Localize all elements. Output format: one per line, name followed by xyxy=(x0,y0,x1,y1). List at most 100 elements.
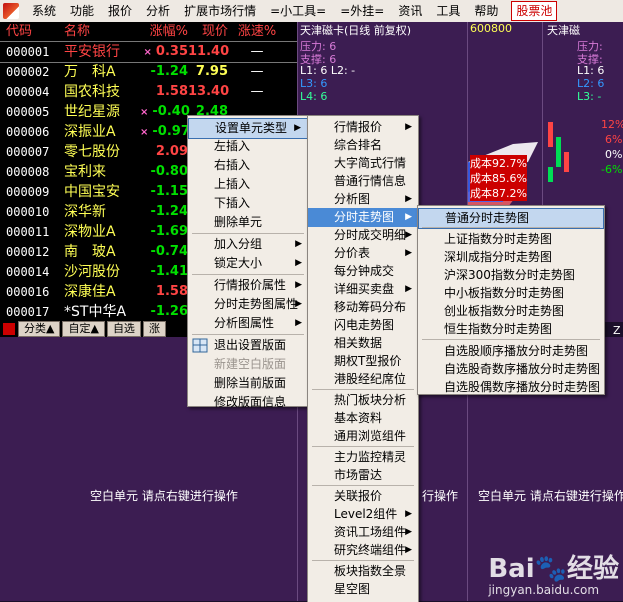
stock-change: -0.97 xyxy=(152,124,190,139)
menu-item-research-component[interactable]: 研究终端组件 ▶ xyxy=(308,541,418,560)
menu-quote[interactable]: 报价 xyxy=(101,0,139,22)
menu-analysis-props[interactable]: 分析图属性 ▶ xyxy=(188,314,308,333)
menu-stock-pool[interactable]: 股票池 xyxy=(511,1,558,21)
menu-item-basic-info[interactable]: 基本资料 xyxy=(308,409,418,428)
table-row[interactable]: 000002 万 科A -1.24 7.95 — xyxy=(0,62,297,82)
layout-icon xyxy=(192,338,208,353)
menu-item-linked-quote[interactable]: 关联报价 xyxy=(308,487,418,506)
menu-delete-cell[interactable]: 删除单元 xyxy=(188,213,308,232)
menu-analysis[interactable]: 分析 xyxy=(139,0,177,22)
menu-lock-size[interactable]: 锁定大小 ▶ xyxy=(188,254,308,273)
baidu-logo: Bai🐾经验 xyxy=(488,554,619,584)
menu-separator xyxy=(312,485,414,486)
menu-extended-market[interactable]: 扩展市场行情 xyxy=(177,0,263,22)
candlestick-chart xyxy=(548,122,569,182)
menu-system[interactable]: 系统 xyxy=(25,0,63,22)
menu-item-intraday-chart[interactable]: 分时走势图 ▶ xyxy=(308,208,418,227)
menu-exit-layout[interactable]: 退出设置版面 xyxy=(188,336,308,355)
menu-separator xyxy=(312,560,414,561)
menu-item-order-book[interactable]: 详细买卖盘 ▶ xyxy=(308,280,418,299)
menu-item-level2-component[interactable]: Level2组件 ▶ xyxy=(308,505,418,524)
stock-name: 平安银行 xyxy=(64,44,120,60)
menu-item-intraday-trades[interactable]: 分时成交明细 ▶ xyxy=(308,226,418,245)
menu-item-per-minute-trades[interactable]: 每分钟成交 xyxy=(308,262,418,281)
menu-item-watchlist-sequential[interactable]: 自选股顺序播放分时走势图 xyxy=(418,342,604,361)
menu-item-browser-component[interactable]: 通用浏览组件 xyxy=(308,427,418,446)
menu-quote-props[interactable]: 行情报价属性 ▶ xyxy=(188,276,308,295)
header-code[interactable]: 代码 xyxy=(0,22,64,42)
menu-insert-bottom[interactable]: 下插入 xyxy=(188,194,308,213)
menu-item-watchlist-odd[interactable]: 自选股奇数序播放分时走势图 xyxy=(418,360,604,379)
menu-separator xyxy=(422,339,600,340)
menu-item-chinext-index-intraday[interactable]: 创业板指数分时走势图 xyxy=(418,302,604,321)
submenu-arrow-icon: ▶ xyxy=(295,258,302,268)
menu-item-hsi-intraday[interactable]: 恒生指数分时走势图 xyxy=(418,320,604,339)
table-row[interactable]: 000001 平安银行 × 0.35 11.40 — xyxy=(0,41,298,63)
menu-item-market-radar[interactable]: 市场雷达 xyxy=(308,466,418,485)
menu-item-hot-sectors[interactable]: 热门板块分析 xyxy=(308,391,418,410)
context-menu-intraday: 普通分时走势图 上证指数分时走势图 深圳成指分时走势图 沪深300指数分时走势图 中小板… xyxy=(417,205,605,395)
menu-item-quote[interactable]: 行情报价 ▶ xyxy=(308,118,418,137)
menu-item-sme-index-intraday[interactable]: 中小板指数分时走势图 xyxy=(418,284,604,303)
menu-item-sh-index-intraday[interactable]: 上证指数分时走势图 xyxy=(418,230,604,249)
menu-item-news-component[interactable]: 资讯工场组件 ▶ xyxy=(308,523,418,542)
menu-item-sector-index-panorama[interactable]: 板块指数全景 xyxy=(308,562,418,581)
menu-item-normal-intraday[interactable]: 普通分时走势图 xyxy=(418,208,604,229)
cost-label-2: 成本85.6% xyxy=(470,170,527,186)
menu-add-group[interactable]: 加入分组 ▶ xyxy=(188,235,308,254)
menu-item-option-t-quote[interactable]: 期权T型报价 xyxy=(308,352,418,371)
menu-item-related-data[interactable]: 相关数据 xyxy=(308,334,418,353)
menu-new-blank-layout[interactable]: 新建空白版面 xyxy=(188,355,308,374)
menu-item-normal-quote-info[interactable]: 普通行情信息 xyxy=(308,172,418,191)
stock-name: 南 玻A xyxy=(64,244,116,260)
menu-set-cell-type[interactable]: 设置单元类型 ▶ xyxy=(188,118,308,139)
tab-gain[interactable]: 涨 xyxy=(142,320,166,337)
menu-news[interactable]: 资讯 xyxy=(391,0,429,22)
menu-delete-layout[interactable]: 删除当前版面 xyxy=(188,374,308,393)
panel-info-l4: L4: 6 xyxy=(300,90,328,103)
submenu-arrow-icon: ▶ xyxy=(295,318,302,328)
blank-panel-hint: 空白单元 请点右键进行操作 xyxy=(90,489,238,503)
submenu-arrow-icon: ▶ xyxy=(295,280,302,290)
menu-insert-top[interactable]: 上插入 xyxy=(188,175,308,194)
submenu-arrow-icon: ▶ xyxy=(405,545,412,555)
menu-function[interactable]: 功能 xyxy=(63,0,101,22)
submenu-arrow-icon: ▶ xyxy=(405,194,412,204)
header-price[interactable]: 现价 xyxy=(188,22,228,42)
header-speed[interactable]: 涨速% xyxy=(228,22,286,42)
menu-item-watchlist-even[interactable]: 自选股偶数序播放分时走势图 xyxy=(418,378,604,397)
stock-change-cell: -1.24 xyxy=(140,202,188,222)
header-name[interactable]: 名称 xyxy=(64,22,140,42)
stock-name: *ST中华A xyxy=(64,304,127,320)
stock-name: 深华新 xyxy=(64,204,106,220)
stock-change-cell: -1.41 xyxy=(140,262,188,282)
menu-item-csi300-intraday[interactable]: 沪深300指数分时走势图 xyxy=(418,266,604,285)
menu-insert-right[interactable]: 右插入 xyxy=(188,156,308,175)
menu-item-analysis-chart[interactable]: 分析图 ▶ xyxy=(308,190,418,209)
menu-separator xyxy=(312,446,414,447)
menu-intraday-props[interactable]: 分时走势图属性 ▶ xyxy=(188,295,308,314)
menu-help[interactable]: 帮助 xyxy=(467,0,505,22)
panel-title-3: 天津磁 xyxy=(547,24,580,37)
stock-change-cell: -1.15 xyxy=(140,182,188,202)
menu-item-main-force-monitor[interactable]: 主力监控精灵 xyxy=(308,448,418,467)
tab-custom[interactable]: 自定▲ xyxy=(62,320,105,337)
menu-item-star-chart[interactable]: 星空图 xyxy=(308,580,418,599)
menu-item-price-table[interactable]: 分价表 ▶ xyxy=(308,244,418,263)
menu-insert-left[interactable]: 左插入 xyxy=(188,137,308,156)
menu-item-hk-broker-seats[interactable]: 港股经纪席位 xyxy=(308,370,418,389)
tab-watchlist[interactable]: 自选 xyxy=(106,320,141,337)
menu-item-big-quote[interactable]: 大字简式行情 xyxy=(308,154,418,173)
table-row[interactable]: 000004 国农科技 1.58 13.40 — xyxy=(0,82,297,102)
menu-edit-layout-info[interactable]: 修改版面信息 xyxy=(188,393,308,412)
tab-category[interactable]: 分类▲ xyxy=(18,320,61,337)
menu-small-tools[interactable]: =小工具= xyxy=(263,0,333,22)
menu-tools[interactable]: 工具 xyxy=(429,0,467,22)
header-change[interactable]: 涨幅% xyxy=(140,22,188,42)
menu-item-ranking[interactable]: 综合排名 xyxy=(308,136,418,155)
menu-item-flash-chart[interactable]: 闪电走势图 xyxy=(308,316,418,335)
menu-plugins[interactable]: =外挂= xyxy=(333,0,391,22)
menu-item-sz-index-intraday[interactable]: 深圳成指分时走势图 xyxy=(418,248,604,267)
blank-panel-hint-3: 空白单元 请点右键进行操作 xyxy=(478,489,623,503)
menu-item-chip-distribution[interactable]: 移动筹码分布 xyxy=(308,298,418,317)
